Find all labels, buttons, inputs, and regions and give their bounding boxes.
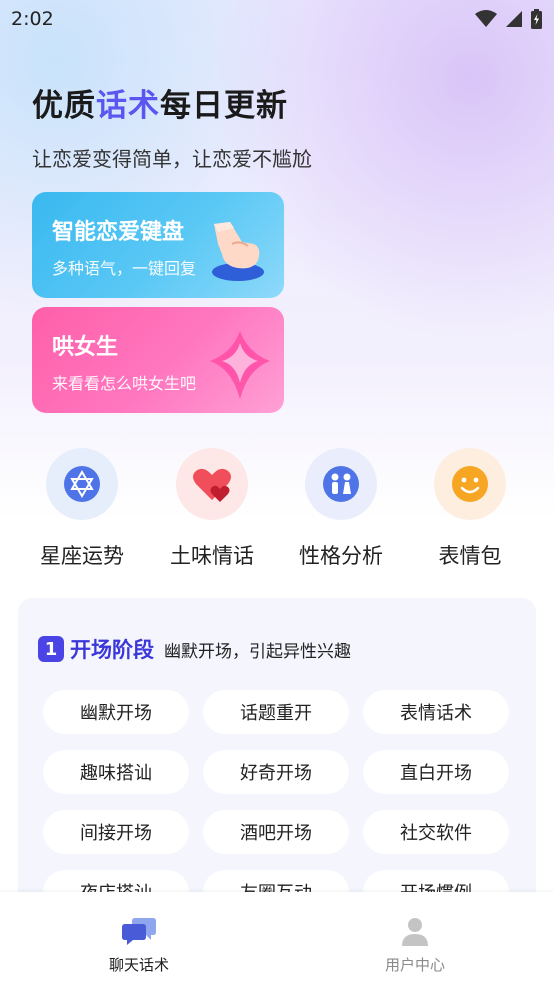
q-circle	[46, 448, 118, 520]
q-circle	[434, 448, 506, 520]
hero-title-highlight: 话术	[96, 88, 160, 124]
user-icon	[402, 918, 428, 946]
tab-user-center[interactable]: 用户中心	[355, 916, 475, 975]
q-circle	[176, 448, 248, 520]
status-time: 2:02	[11, 8, 54, 30]
battery-icon	[531, 9, 542, 29]
tab-label: 用户中心	[384, 956, 445, 974]
stage-name: 开场阶段	[70, 638, 154, 662]
chip-indirect-opening[interactable]: 间接开场	[43, 810, 189, 854]
chip-social-apps[interactable]: 社交软件	[363, 810, 509, 854]
status-icons	[475, 9, 542, 29]
chip-bar-opening[interactable]: 酒吧开场	[203, 810, 349, 854]
chip-direct-opening[interactable]: 直白开场	[363, 750, 509, 794]
stage-number-badge: 1	[38, 636, 64, 662]
coax-girl-card[interactable]: 哄女生 来看看怎么哄女生吧	[32, 307, 284, 413]
hero-title: 优质话术每日更新	[32, 80, 312, 125]
chip-curious-opening[interactable]: 好奇开场	[203, 750, 349, 794]
chip-humor-opening[interactable]: 幽默开场	[43, 690, 189, 734]
quick-action-label: 土味情话	[170, 544, 254, 568]
tab-chat-lines[interactable]: 聊天话术	[79, 916, 199, 975]
stage-desc: 幽默开场，引起异性兴趣	[164, 641, 351, 662]
quick-action-label: 性格分析	[299, 544, 383, 568]
smiley-icon	[452, 466, 488, 502]
signal-icon	[506, 11, 522, 27]
hero-title-part2: 每日更新	[160, 88, 288, 124]
quick-action-label: 表情包	[438, 544, 502, 568]
stage-header: 1 开场阶段 幽默开场，引起异性兴趣	[38, 634, 351, 664]
tab-label: 聊天话术	[108, 956, 169, 974]
star-of-david-icon	[64, 466, 100, 502]
couple-icon	[323, 466, 359, 502]
smart-keyboard-card[interactable]: 智能恋爱键盘 多种语气，一键回复	[32, 192, 284, 298]
hearts-icon	[193, 468, 231, 502]
chat-bubbles-icon	[122, 918, 156, 945]
status-bar: 2:02	[0, 0, 554, 38]
hero-subtitle: 让恋爱变得简单，让恋爱不尴尬	[32, 147, 312, 171]
wifi-icon	[475, 10, 497, 27]
tap-hand-icon	[212, 222, 264, 281]
quick-action-stickers[interactable]: 表情包	[410, 448, 530, 570]
hero-title-part1: 优质	[32, 88, 96, 124]
bottom-tab-bar: 聊天话术 用户中心	[0, 892, 554, 984]
chip-restart-topic[interactable]: 话题重开	[203, 690, 349, 734]
q-circle	[305, 448, 377, 520]
hero-section: 优质话术每日更新 让恋爱变得简单，让恋爱不尴尬	[32, 80, 312, 172]
quick-action-love-words[interactable]: 土味情话	[152, 448, 272, 570]
quick-action-horoscope[interactable]: 星座运势	[22, 448, 142, 570]
quick-action-label: 星座运势	[40, 544, 124, 568]
chip-fun-pickup[interactable]: 趣味搭讪	[43, 750, 189, 794]
chip-emoji-lines[interactable]: 表情话术	[363, 690, 509, 734]
sparkle-heart-icon	[210, 331, 270, 399]
quick-action-personality[interactable]: 性格分析	[281, 448, 401, 570]
